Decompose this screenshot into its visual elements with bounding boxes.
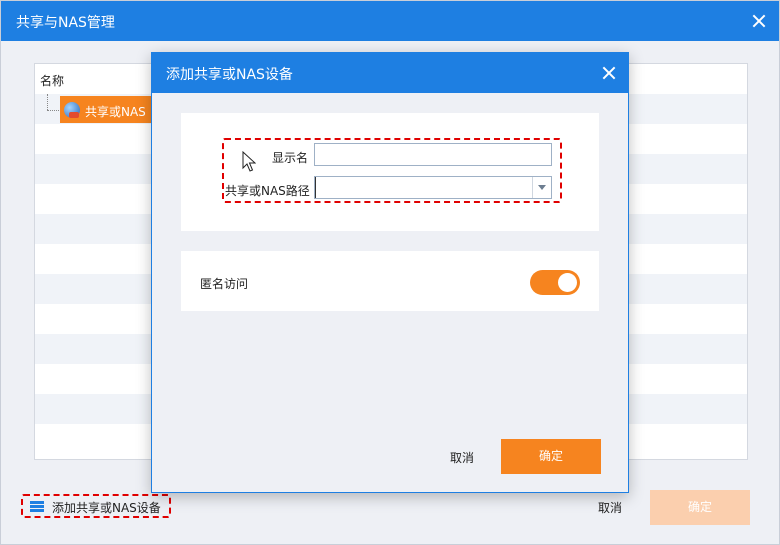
network-share-icon — [64, 102, 80, 118]
anonymous-access-toggle[interactable] — [530, 270, 580, 295]
window-title: 共享与NAS管理 — [16, 15, 115, 31]
display-name-label: 显示名 — [272, 151, 309, 165]
add-device-label: 添加共享或NAS设备 — [52, 501, 161, 515]
add-share-nas-dialog: 添加共享或NAS设备 显示名 共享或NAS路径 匿名访问 取消 确定 — [151, 52, 629, 493]
dialog-cancel-button[interactable]: 取消 — [442, 449, 482, 466]
column-header-name: 名称 — [40, 74, 65, 88]
add-share-nas-device-button[interactable]: 添加共享或NAS设备 — [21, 494, 171, 518]
dialog-title: 添加共享或NAS设备 — [166, 67, 293, 83]
ok-button-disabled: 确定 — [650, 490, 750, 525]
device-stack-icon — [30, 501, 44, 513]
share-path-input[interactable] — [315, 177, 542, 198]
dropdown-arrow-icon[interactable] — [532, 177, 551, 198]
mouse-cursor-icon — [242, 151, 256, 172]
connection-settings-card: 显示名 共享或NAS路径 — [181, 113, 599, 231]
dialog-title-bar: 添加共享或NAS设备 — [152, 53, 628, 93]
close-icon[interactable] — [599, 63, 619, 83]
dialog-ok-button[interactable]: 确定 — [501, 439, 601, 474]
cancel-button[interactable]: 取消 — [590, 499, 630, 516]
close-icon[interactable] — [749, 11, 769, 31]
tree-connector — [47, 94, 48, 110]
tree-node-label: 共享或NAS — [85, 105, 146, 119]
display-name-input[interactable] — [314, 143, 552, 166]
anonymous-access-label: 匿名访问 — [200, 277, 249, 291]
anonymous-access-card: 匿名访问 — [181, 251, 599, 311]
share-path-combobox[interactable] — [314, 176, 552, 199]
share-path-label: 共享或NAS路径 — [225, 184, 310, 198]
toggle-knob — [558, 273, 577, 292]
window-title-bar: 共享与NAS管理 — [1, 1, 779, 41]
tree-connector — [47, 110, 61, 111]
